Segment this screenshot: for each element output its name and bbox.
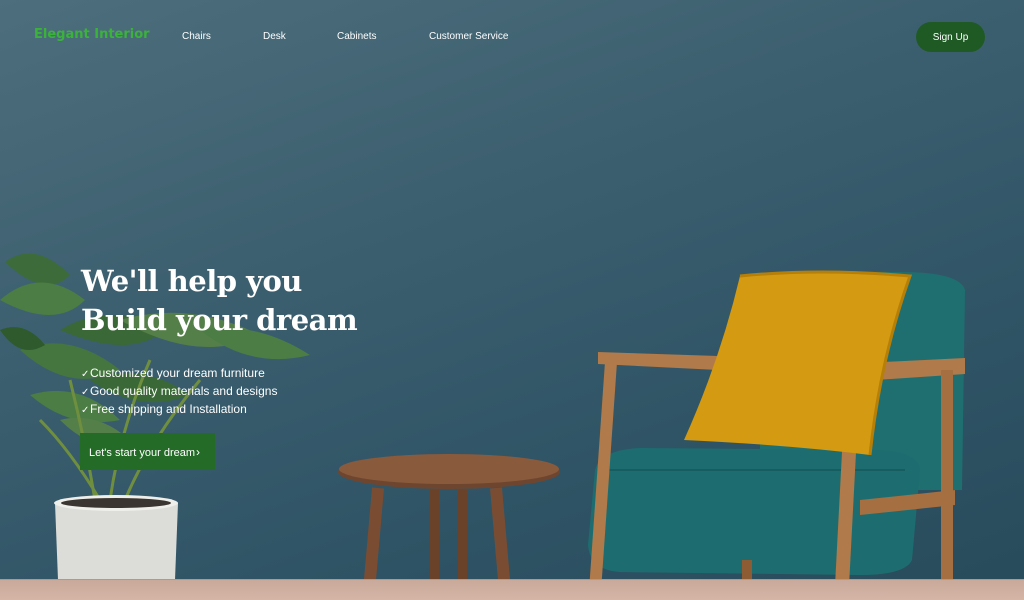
- armchair: [588, 270, 965, 600]
- nav-item-cabinets[interactable]: Cabinets: [337, 31, 376, 42]
- feature-item: ✓Customized your dream furniture: [81, 365, 277, 383]
- hero-headline-line-2: Build your dream: [81, 303, 358, 337]
- feature-list: ✓Customized your dream furniture ✓Good q…: [81, 365, 277, 419]
- cta-label: Let's start your dream: [89, 446, 196, 459]
- hero-headline-line-1: We'll help you: [81, 264, 302, 298]
- nav-item-desk[interactable]: Desk: [263, 31, 286, 42]
- check-icon: ✓: [81, 405, 90, 416]
- chevron-right-icon: ›: [196, 444, 201, 459]
- start-dream-button[interactable]: Let's start your dream›: [80, 433, 215, 470]
- hero-headline: We'll help you Build your dream: [81, 262, 358, 340]
- floor: [0, 579, 1024, 600]
- nav-item-chairs[interactable]: Chairs: [182, 31, 211, 42]
- feature-text: Good quality materials and designs: [90, 384, 278, 398]
- feature-text: Free shipping and Installation: [90, 402, 247, 416]
- sign-up-button[interactable]: Sign Up: [916, 22, 985, 52]
- brand-logo[interactable]: Elegant Interior: [34, 27, 150, 42]
- feature-item: ✓Free shipping and Installation: [81, 401, 277, 419]
- check-icon: ✓: [81, 369, 90, 380]
- feature-item: ✓Good quality materials and designs: [81, 383, 277, 401]
- feature-text: Customized your dream furniture: [90, 366, 265, 380]
- nav-item-customer-service[interactable]: Customer Service: [429, 31, 508, 42]
- check-icon: ✓: [81, 387, 90, 398]
